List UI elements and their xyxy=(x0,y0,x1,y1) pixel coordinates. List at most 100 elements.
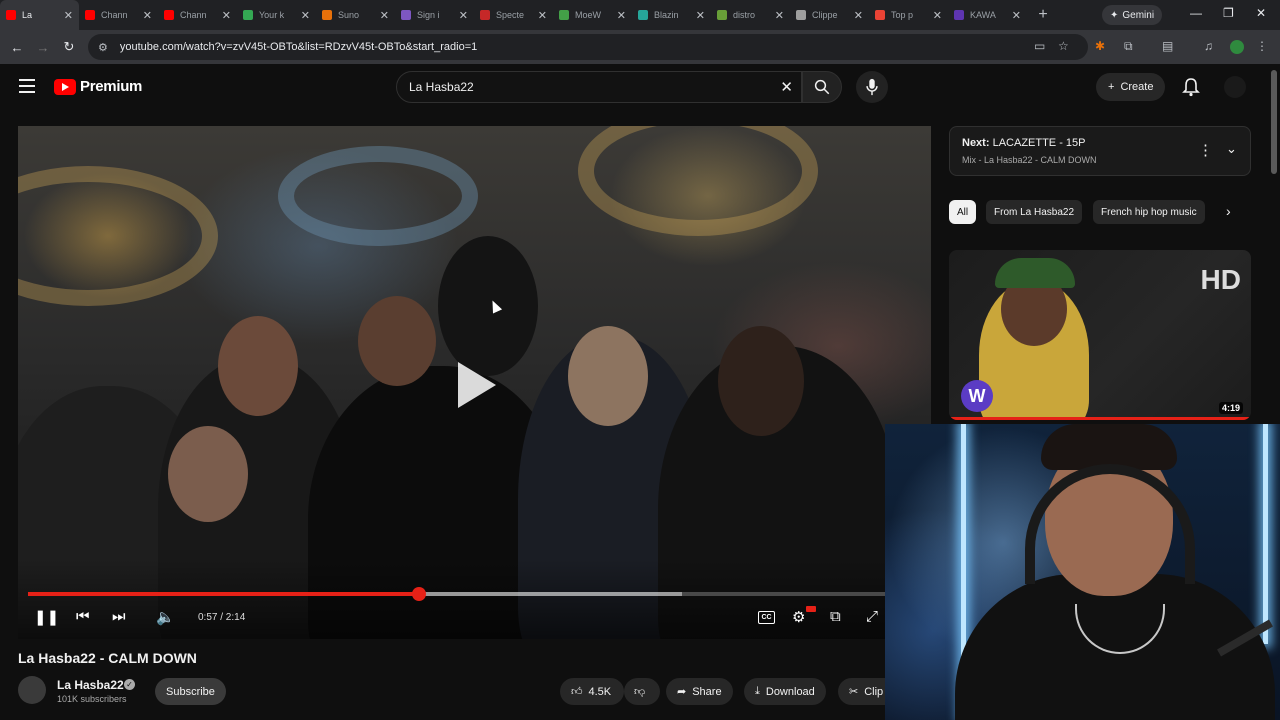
browser-tab[interactable]: Chann ✕ xyxy=(79,0,158,30)
clear-search-icon[interactable]: ✕ xyxy=(780,78,793,96)
browser-tab[interactable]: Top p ✕ xyxy=(869,0,948,30)
captions-icon[interactable]: CC xyxy=(758,611,775,624)
notifications-bell-icon[interactable] xyxy=(1182,77,1200,102)
center-play-icon[interactable] xyxy=(458,362,496,408)
tab-close-icon[interactable]: ✕ xyxy=(301,9,310,22)
profile-avatar[interactable] xyxy=(1230,40,1244,54)
volume-icon[interactable]: 🔈 xyxy=(156,608,175,626)
browser-tab[interactable]: distro ✕ xyxy=(711,0,790,30)
browser-tab[interactable]: Sign i ✕ xyxy=(395,0,474,30)
chevron-down-icon[interactable]: ⌄ xyxy=(1226,141,1237,157)
account-avatar[interactable] xyxy=(1224,76,1246,98)
tab-label: MoeW xyxy=(575,10,602,20)
back-arrow-icon[interactable]: ← xyxy=(4,40,30,55)
clip-button[interactable]: ✂ Clip xyxy=(838,678,886,705)
miniplayer-icon[interactable]: ⧉ xyxy=(830,608,841,625)
media-controls-icon[interactable]: ♫ xyxy=(1204,39,1213,53)
tab-close-icon[interactable]: ✕ xyxy=(775,9,784,22)
next-prefix: Next: xyxy=(962,137,990,149)
hamburger-menu-icon[interactable] xyxy=(19,79,35,93)
browser-tab[interactable]: KAWA ✕ xyxy=(948,0,1027,30)
browser-tab[interactable]: La ✕ xyxy=(0,0,79,30)
forward-arrow-icon[interactable]: → xyxy=(30,40,56,55)
close-window-icon[interactable]: ✕ xyxy=(1256,6,1266,20)
browser-tab[interactable]: Clippe ✕ xyxy=(790,0,869,30)
youtube-brand: Premium xyxy=(80,78,143,95)
site-info-icon[interactable]: ⚙ xyxy=(98,41,108,54)
browser-menu-icon[interactable]: ⋮ xyxy=(1256,39,1268,53)
download-button[interactable]: ⤓ Download xyxy=(744,678,826,705)
share-button[interactable]: ➦ Share xyxy=(666,678,733,705)
download-label: Download xyxy=(765,685,815,698)
pause-icon[interactable]: ❚❚ xyxy=(34,608,59,626)
voice-search-button[interactable] xyxy=(856,71,888,103)
subscribe-button[interactable]: Subscribe xyxy=(155,678,226,705)
channel-avatar[interactable] xyxy=(18,676,46,704)
tab-close-icon[interactable]: ✕ xyxy=(64,9,73,22)
reload-icon[interactable]: ↻ xyxy=(56,39,82,55)
tab-close-icon[interactable]: ✕ xyxy=(459,9,468,22)
tab-close-icon[interactable]: ✕ xyxy=(617,9,626,22)
tab-close-icon[interactable]: ✕ xyxy=(143,9,152,22)
recommended-video-thumbnail[interactable]: W HD 4:19 xyxy=(949,250,1251,420)
install-app-icon[interactable]: ▭ xyxy=(1034,39,1045,53)
tab-close-icon[interactable]: ✕ xyxy=(696,9,705,22)
chip-from-channel[interactable]: From La Hasba22 xyxy=(986,200,1083,224)
browser-tab[interactable]: Specte ✕ xyxy=(474,0,553,30)
tab-close-icon[interactable]: ✕ xyxy=(854,9,863,22)
next-icon[interactable]: ⏭ xyxy=(112,608,126,625)
create-button[interactable]: + Create xyxy=(1096,73,1166,101)
extension-icon[interactable]: ✱ xyxy=(1095,39,1105,53)
fullscreen-icon[interactable]: ⤢ xyxy=(866,608,878,625)
tab-label: La xyxy=(22,10,33,20)
browser-tab[interactable]: Suno ✕ xyxy=(316,0,395,30)
clip-label: Clip xyxy=(864,685,884,698)
tab-label: distro xyxy=(733,10,756,20)
browser-tab[interactable]: Your k ✕ xyxy=(237,0,316,30)
warner-logo-icon: W xyxy=(961,380,993,412)
tab-close-icon[interactable]: ✕ xyxy=(380,9,389,22)
up-next-panel[interactable]: Next: LACAZETTE - 15P Mix - La Hasba22 -… xyxy=(949,126,1251,176)
browser-tab[interactable]: MoeW ✕ xyxy=(553,0,632,30)
tab-close-icon[interactable]: ✕ xyxy=(1012,9,1021,22)
bookmark-star-icon[interactable]: ☆ xyxy=(1058,39,1069,53)
person-head xyxy=(438,236,538,376)
more-options-icon[interactable]: ⋮ xyxy=(1198,141,1213,159)
address-bar[interactable]: ⚙ youtube.com/watch?v=zvV45t-OBTo&list=R… xyxy=(88,34,1088,60)
tab-label: Your k xyxy=(259,10,285,20)
browser-toolbar: ← → ↻ ⚙ youtube.com/watch?v=zvV45t-OBTo&… xyxy=(0,30,1280,64)
browser-tab[interactable]: Blazin ✕ xyxy=(632,0,711,30)
tab-favicon-icon xyxy=(796,10,806,20)
controls-gradient xyxy=(18,559,931,639)
new-tab-icon[interactable]: + xyxy=(1031,6,1055,24)
like-button[interactable]: 👍︎ 4.5K xyxy=(560,678,624,705)
tab-close-icon[interactable]: ✕ xyxy=(538,9,547,22)
channel-name[interactable]: La Hasba22 xyxy=(57,678,124,692)
settings-gear-icon[interactable]: ⚙ xyxy=(792,608,805,626)
minimize-icon[interactable]: — xyxy=(1190,6,1202,20)
tab-label: Top p xyxy=(891,10,914,20)
browser-tab[interactable]: Chann ✕ xyxy=(158,0,237,30)
video-title: La Hasba22 - CALM DOWN xyxy=(18,650,197,666)
youtube-logo[interactable]: Premium xyxy=(54,78,142,95)
scrubber-handle[interactable] xyxy=(411,587,426,601)
gemini-icon: ✦ xyxy=(1110,9,1119,21)
chevron-right-icon[interactable]: › xyxy=(1226,203,1231,219)
chip-french-hip-hop[interactable]: French hip hop music xyxy=(1093,200,1205,224)
tab-close-icon[interactable]: ✕ xyxy=(933,9,942,22)
extensions-puzzle-icon[interactable]: ⧉ xyxy=(1124,39,1133,54)
tab-close-icon[interactable]: ✕ xyxy=(222,9,231,22)
side-panel-icon[interactable]: ▤ xyxy=(1162,39,1173,53)
search-button[interactable] xyxy=(802,71,842,103)
previous-icon[interactable]: ⏮ xyxy=(76,608,90,625)
video-player[interactable]: ❚❚ ⏮ ⏭ 🔈 0:57 / 2:14 CC ⚙ ⧉ ⤢ xyxy=(18,126,931,639)
maximize-icon[interactable]: ❐ xyxy=(1223,6,1234,20)
chip-all[interactable]: All xyxy=(949,200,977,224)
person-head xyxy=(358,296,436,386)
duration-badge: 4:19 xyxy=(1218,402,1243,414)
search-input[interactable] xyxy=(409,80,749,94)
gemini-button[interactable]: ✦ Gemini xyxy=(1102,5,1163,25)
page-scrollbar[interactable] xyxy=(1271,70,1277,174)
dislike-button[interactable]: 👎︎ xyxy=(624,678,660,705)
progress-bar[interactable] xyxy=(28,587,888,601)
